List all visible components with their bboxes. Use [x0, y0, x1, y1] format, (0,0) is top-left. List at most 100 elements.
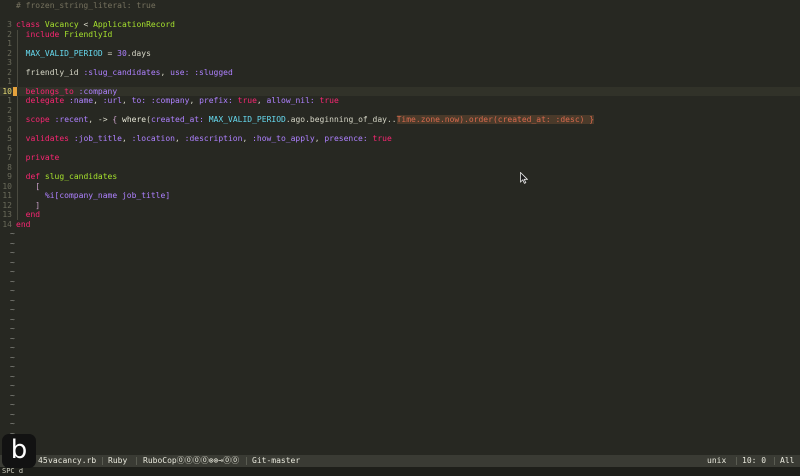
tilde-marker: ~ — [10, 362, 15, 371]
code-line[interactable]: 12 ] — [0, 200, 800, 210]
code-text: def slug_candidates — [25, 172, 118, 181]
code-line[interactable]: 4 — [0, 124, 800, 134]
empty-buffer-line: ~ — [0, 438, 800, 448]
line-number: 2 — [7, 29, 12, 39]
line-number: 11 — [2, 191, 12, 200]
code-line[interactable]: 6 — [0, 143, 800, 153]
empty-buffer-line: ~ — [0, 324, 800, 334]
empty-buffer-line: ~ — [0, 229, 800, 239]
indent-guide — [17, 124, 18, 134]
tilde-marker: ~ — [10, 295, 15, 305]
code-line[interactable]: 2 MAX_VALID_PERIOD = 30.days — [0, 48, 800, 58]
empty-buffer-line: ~ — [0, 305, 800, 315]
code-line[interactable]: # frozen_string_literal: true — [0, 1, 800, 11]
code-text: MAX_VALID_PERIOD = 30.days — [25, 48, 151, 58]
empty-buffer-line: ~ — [0, 343, 800, 353]
tilde-marker: ~ — [10, 343, 15, 352]
indent-guide — [17, 39, 18, 49]
line-number: 3 — [7, 58, 12, 67]
line-number: 10 — [2, 86, 12, 96]
status-separator: | — [244, 456, 249, 465]
command-line-text: SPC d — [2, 467, 24, 475]
code-text: delegate :name, :url, to: :company, pref… — [25, 96, 339, 105]
code-line[interactable] — [0, 11, 800, 21]
line-number: 14 — [2, 219, 12, 229]
line-number: 5 — [7, 134, 12, 143]
line-number: 2 — [7, 67, 12, 77]
code-line[interactable]: 11 %i[company_name job_title] — [0, 191, 800, 201]
code-text: belongs_to :company — [25, 86, 118, 96]
code-text: [ — [35, 181, 41, 191]
status-filetype: Ruby — [108, 456, 128, 465]
code-line[interactable]: 8 — [0, 162, 800, 172]
line-number: 1 — [7, 39, 12, 48]
code-text: scope :recent, -> { where(created_at: MA… — [25, 115, 595, 124]
code-line[interactable]: 13 end — [0, 210, 800, 220]
code-text: validates :job_title, :location, :descri… — [25, 134, 392, 143]
line-number: 9 — [7, 172, 12, 181]
code-line[interactable]: 9 def slug_candidates — [0, 172, 800, 182]
app-logo: b — [2, 434, 36, 468]
code-text: include FriendlyId — [25, 29, 113, 39]
indent-guide — [17, 143, 18, 153]
code-line[interactable]: 14 end — [0, 220, 800, 230]
tilde-marker: ~ — [10, 286, 15, 295]
tilde-marker: ~ — [10, 238, 15, 248]
code-line[interactable]: 10 belongs_to :company — [0, 86, 800, 96]
code-line[interactable]: 3 class Vacancy < ApplicationRecord — [0, 20, 800, 30]
tilde-marker: ~ — [10, 419, 15, 428]
empty-buffer-line: ~ — [0, 315, 800, 325]
code-line[interactable]: 1 — [0, 39, 800, 49]
code-text: friendly_id :slug_candidates, use: :slug… — [16, 67, 233, 77]
code-line[interactable]: 1 delegate :name, :url, to: :company, pr… — [0, 96, 800, 106]
code-text: %i[company_name job_title] — [44, 191, 171, 200]
empty-buffer-line: ~ — [0, 419, 800, 429]
indent-guide — [17, 58, 18, 68]
indent-guide — [17, 105, 18, 115]
tilde-marker: ~ — [10, 333, 15, 343]
tilde-marker: ~ — [10, 229, 15, 238]
code-line[interactable]: 1 — [0, 77, 800, 87]
code-line[interactable]: 3 scope :recent, -> { where(created_at: … — [0, 115, 800, 125]
line-number: 3 — [7, 115, 12, 124]
empty-buffer-line: ~ — [0, 391, 800, 401]
line-number: 7 — [7, 153, 12, 162]
empty-buffer-line: ~ — [0, 334, 800, 344]
tilde-marker: ~ — [10, 248, 15, 257]
empty-buffer-line: ~ — [0, 296, 800, 306]
command-line[interactable]: SPC d — [0, 467, 800, 476]
tilde-marker: ~ — [10, 324, 15, 333]
empty-buffer-line: ~ — [0, 372, 800, 382]
status-separator: | — [772, 456, 777, 465]
line-number: 4 — [7, 124, 12, 134]
code-line[interactable]: 3 — [0, 58, 800, 68]
code-line[interactable]: 10 [ — [0, 181, 800, 191]
code-line[interactable]: 2 — [0, 105, 800, 115]
line-number: 2 — [7, 105, 12, 115]
tilde-marker: ~ — [10, 409, 15, 419]
line-number: 8 — [7, 162, 12, 172]
line-number: 6 — [7, 143, 12, 153]
editor-pane[interactable]: # frozen_string_literal: true 3 class Vaca… — [0, 0, 800, 457]
code-line[interactable]: 5 validates :job_title, :location, :desc… — [0, 134, 800, 144]
tilde-marker: ~ — [10, 257, 15, 267]
empty-buffer-line: ~ — [0, 353, 800, 363]
status-mode-number: 45 — [38, 456, 48, 465]
empty-buffer-line: ~ — [0, 400, 800, 410]
line-number: 12 — [2, 200, 12, 210]
empty-buffer-line: ~ — [0, 410, 800, 420]
status-separator: | — [734, 456, 739, 465]
code-text: private — [25, 153, 60, 162]
code-text: # frozen_string_literal: true — [16, 1, 156, 10]
code-line[interactable]: 7 private — [0, 153, 800, 163]
status-linter: RuboCop⓪⓪⓪⓪⊗⊗⊸⓪⓪ — [143, 456, 240, 465]
tilde-marker: ~ — [10, 400, 15, 409]
empty-buffer-line: ~ — [0, 277, 800, 287]
empty-buffer-line: ~ — [0, 267, 800, 277]
code-line[interactable]: 2 friendly_id :slug_candidates, use: :sl… — [0, 67, 800, 77]
line-number: 1 — [7, 77, 12, 86]
status-separator: | — [134, 456, 139, 465]
tilde-marker: ~ — [10, 276, 15, 286]
code-line[interactable]: 2 include FriendlyId — [0, 29, 800, 39]
status-scroll-percent: All — [780, 456, 795, 465]
